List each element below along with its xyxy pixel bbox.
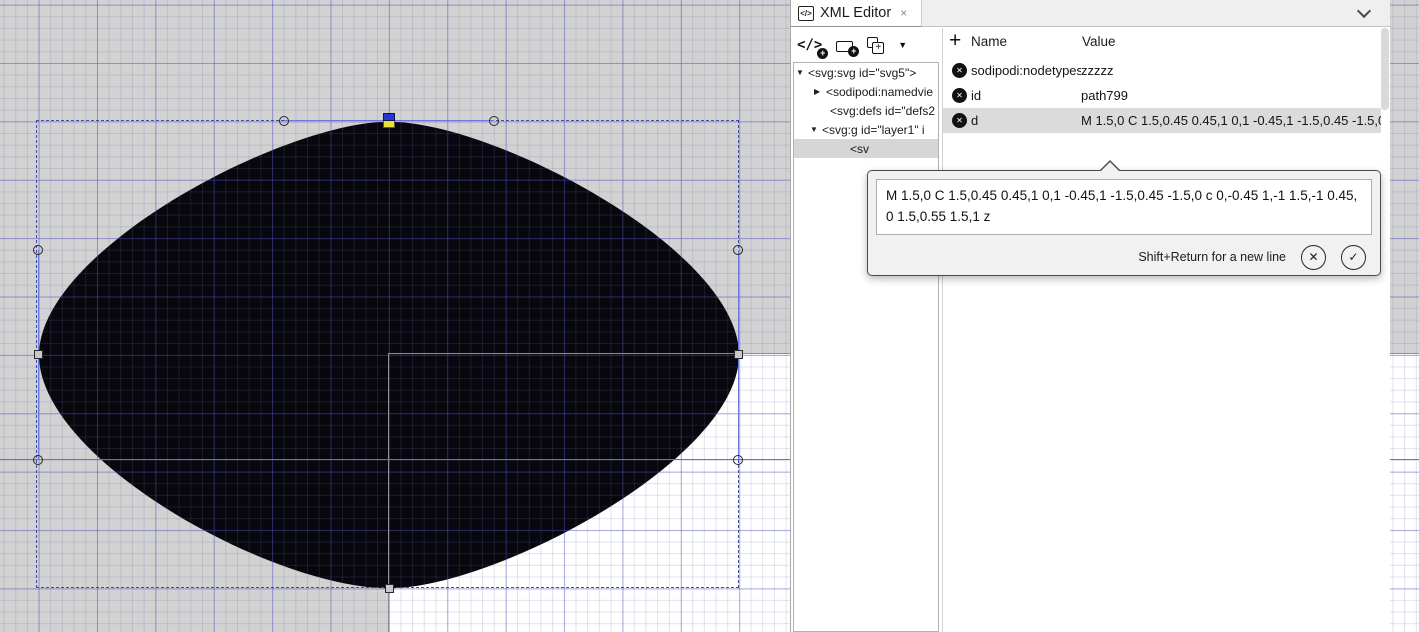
tree-node-namedview[interactable]: ▶ <sodipodi:namedvie xyxy=(794,82,938,101)
expander-closed-icon[interactable]: ▶ xyxy=(814,87,826,96)
path-node-bottom[interactable] xyxy=(385,584,394,593)
duplicate-node-button[interactable]: + xyxy=(867,37,884,54)
attribute-name: id xyxy=(971,88,1081,103)
tree-node-label: <sv xyxy=(850,142,869,156)
popup-notch-fill xyxy=(1101,162,1119,171)
path-node-top-selected[interactable] xyxy=(383,113,395,128)
tree-node-label: <svg:defs id="defs2 xyxy=(830,104,935,118)
tree-node-svg-root[interactable]: ▼ <svg:svg id="svg5"> xyxy=(794,63,938,82)
selection-bounding-box xyxy=(36,120,739,588)
cancel-button[interactable]: ✕ xyxy=(1301,245,1326,270)
attributes-scrollbar[interactable] xyxy=(1381,28,1389,632)
bezier-handle-circle[interactable] xyxy=(489,116,499,126)
panel-tabstrip: </> XML Editor × xyxy=(791,0,1390,27)
expander-open-icon[interactable]: ▼ xyxy=(796,68,808,77)
attributes-pane: + Name Value ✕ sodipodi:nodetypes zzzzz … xyxy=(942,28,1390,632)
attribute-row-id[interactable]: ✕ id path799 xyxy=(943,83,1381,108)
panel-body: </> + + + ▼ ▼ <svg:svg id="svg5"> xyxy=(791,28,1390,632)
tree-node-label: <svg:g id="layer1" i xyxy=(822,123,925,137)
xml-editor-panel: </> XML Editor × </> + + + ▼ xyxy=(790,0,1390,632)
tree-node-defs[interactable]: <svg:defs id="defs2 xyxy=(794,101,938,120)
chevron-down-icon xyxy=(1357,4,1371,18)
add-attribute-button[interactable]: + xyxy=(949,29,961,53)
panel-title: XML Editor xyxy=(820,5,891,21)
tree-node-path-selected[interactable]: <sv xyxy=(794,139,938,158)
xml-toolbar: </> + + + ▼ xyxy=(797,30,940,60)
toolbar-dropdown-button[interactable]: ▼ xyxy=(898,40,907,50)
scrollbar-thumb[interactable] xyxy=(1381,28,1389,110)
duplicate-node-icon: + xyxy=(867,37,884,54)
collapse-panel-button[interactable] xyxy=(1356,5,1374,21)
path-node-right[interactable] xyxy=(734,350,743,359)
attributes-table: ✕ sodipodi:nodetypes zzzzz ✕ id path799 … xyxy=(943,58,1390,133)
delete-attribute-icon[interactable]: ✕ xyxy=(952,113,967,128)
bezier-handle-circle[interactable] xyxy=(33,455,43,465)
tree-node-label: <sodipodi:namedvie xyxy=(826,85,933,99)
bezier-handle-circle[interactable] xyxy=(733,245,743,255)
path-node-left[interactable] xyxy=(34,350,43,359)
close-icon[interactable]: × xyxy=(900,6,907,20)
attribute-name: sodipodi:nodetypes xyxy=(971,63,1081,78)
attribute-row-nodetypes[interactable]: ✕ sodipodi:nodetypes zzzzz xyxy=(943,58,1381,83)
new-text-node-button[interactable]: + xyxy=(836,38,853,52)
value-editor-textarea[interactable]: M 1.5,0 C 1.5,0.45 0.45,1 0,1 -0.45,1 -1… xyxy=(876,179,1372,235)
plus-badge-icon: + xyxy=(817,48,828,59)
column-header-value: Value xyxy=(1082,34,1116,49)
attribute-name: d xyxy=(971,113,1081,128)
delete-attribute-icon[interactable]: ✕ xyxy=(952,88,967,103)
attribute-value[interactable]: path799 xyxy=(1081,88,1381,103)
column-header-name: Name xyxy=(971,34,1007,49)
value-editor-popup: M 1.5,0 C 1.5,0.45 0.45,1 0,1 -0.45,1 -1… xyxy=(867,170,1381,276)
bezier-handle-circle[interactable] xyxy=(33,245,43,255)
attribute-row-d-selected[interactable]: ✕ d M 1.5,0 C 1.5,0.45 0.45,1 0,1 -0.45,… xyxy=(943,108,1381,133)
tree-node-label: <svg:svg id="svg5"> xyxy=(808,66,916,80)
xml-editor-icon: </> xyxy=(798,6,814,21)
expander-open-icon[interactable]: ▼ xyxy=(810,125,822,134)
tree-node-layer[interactable]: ▼ <svg:g id="layer1" i xyxy=(794,120,938,139)
newline-hint-label: Shift+Return for a new line xyxy=(1138,250,1286,264)
attribute-value[interactable]: M 1.5,0 C 1.5,0.45 0.45,1 0,1 -0.45,1 -1… xyxy=(1081,113,1381,128)
bezier-handle-circle[interactable] xyxy=(733,455,743,465)
new-element-node-button[interactable]: </> + xyxy=(797,36,822,54)
delete-attribute-icon[interactable]: ✕ xyxy=(952,63,967,78)
attributes-header: + Name Value xyxy=(943,28,1390,58)
selected-node-blue-half xyxy=(383,113,395,121)
confirm-button[interactable]: ✓ xyxy=(1341,245,1366,270)
xml-tree: ▼ <svg:svg id="svg5"> ▶ <sodipodi:namedv… xyxy=(793,62,939,632)
duplicate-front-square: + xyxy=(872,42,884,54)
tab-xml-editor[interactable]: </> XML Editor × xyxy=(791,0,922,27)
selected-node-yellow-half xyxy=(383,121,395,128)
bezier-handle-circle[interactable] xyxy=(279,116,289,126)
value-editor-footer: Shift+Return for a new line ✕ ✓ xyxy=(868,239,1380,275)
plus-badge-icon: + xyxy=(848,46,859,57)
attribute-value[interactable]: zzzzz xyxy=(1081,63,1381,78)
